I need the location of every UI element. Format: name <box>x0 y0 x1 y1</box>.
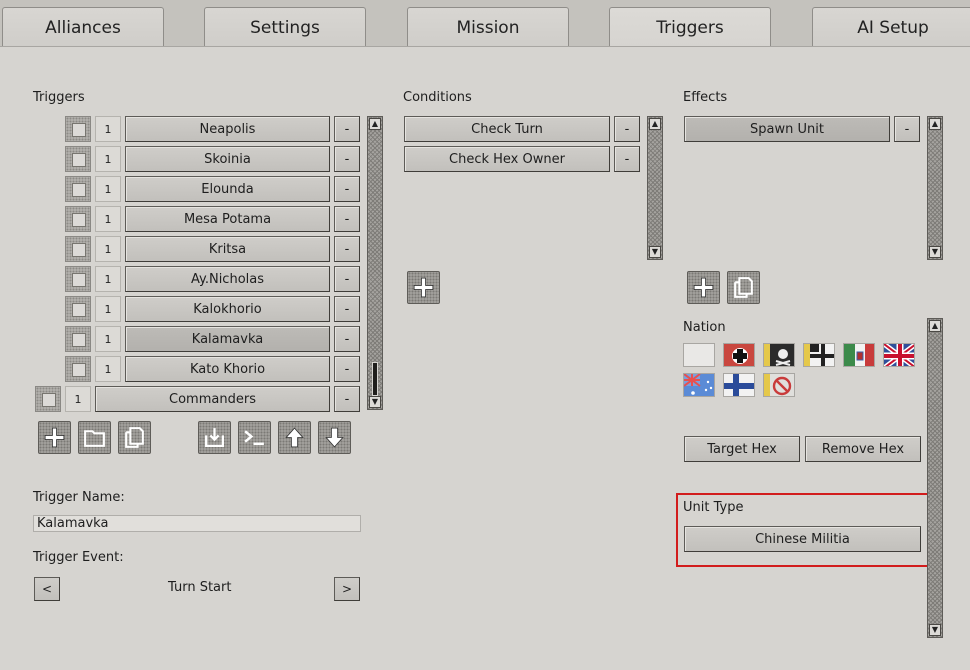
scroll-down-icon[interactable]: ▼ <box>369 396 381 408</box>
trigger-enabled-checkbox[interactable] <box>65 116 91 142</box>
union-jack-flag-icon[interactable] <box>883 343 915 367</box>
condition-remove-button[interactable]: - <box>614 146 640 172</box>
tab-settings[interactable]: Settings <box>204 7 366 47</box>
scroll-up-icon[interactable]: ▲ <box>929 118 941 130</box>
nation-label: Nation <box>683 320 726 335</box>
trigger-name-label: Trigger Name: <box>33 490 125 505</box>
add-condition-icon[interactable] <box>407 271 440 304</box>
tab-mission[interactable]: Mission <box>407 7 569 47</box>
conditions-scrollbar[interactable]: ▲ ▼ <box>647 116 663 260</box>
add-icon[interactable] <box>38 421 71 454</box>
effects-scrollbar[interactable]: ▲ ▼ <box>927 116 943 260</box>
trigger-enabled-checkbox[interactable] <box>35 386 61 412</box>
console-icon[interactable] <box>238 421 271 454</box>
trigger-name-button[interactable]: Kalamavka <box>125 326 330 352</box>
effects-heading: Effects <box>683 90 728 105</box>
trigger-name-button[interactable]: Kalokhorio <box>125 296 330 322</box>
trigger-repeat-count[interactable]: 1 <box>95 176 121 202</box>
scroll-thumb[interactable] <box>372 362 378 396</box>
trigger-repeat-count[interactable]: 1 <box>65 386 91 412</box>
trigger-enabled-checkbox[interactable] <box>65 326 91 352</box>
scroll-down-icon[interactable]: ▼ <box>929 246 941 258</box>
imperial-german-war-flag-icon[interactable] <box>803 343 835 367</box>
trigger-remove-button[interactable]: - <box>334 266 360 292</box>
condition-remove-button[interactable]: - <box>614 116 640 142</box>
trigger-event-value: Turn Start <box>168 580 232 595</box>
tab-triggers[interactable]: Triggers <box>609 7 771 48</box>
trigger-name-button[interactable]: Commanders <box>95 386 330 412</box>
trigger-repeat-count[interactable]: 1 <box>95 146 121 172</box>
trigger-name-button[interactable]: Kritsa <box>125 236 330 262</box>
event-next-button[interactable]: > <box>334 577 360 601</box>
trigger-enabled-checkbox[interactable] <box>65 146 91 172</box>
trigger-remove-button[interactable]: - <box>334 206 360 232</box>
trigger-repeat-count[interactable]: 1 <box>95 266 121 292</box>
unit-type-label: Unit Type <box>683 500 744 515</box>
trigger-remove-button[interactable]: - <box>334 386 360 412</box>
effect-properties-scrollbar[interactable]: ▲ ▼ <box>927 318 943 638</box>
scroll-up-icon[interactable]: ▲ <box>649 118 661 130</box>
condition-check-hex-owner[interactable]: Check Hex Owner <box>404 146 610 172</box>
trigger-name-button[interactable]: Mesa Potama <box>125 206 330 232</box>
scroll-up-icon[interactable]: ▲ <box>369 118 381 130</box>
trigger-repeat-count[interactable]: 1 <box>95 206 121 232</box>
triggers-heading: Triggers <box>33 90 85 105</box>
trigger-name-button[interactable]: Neapolis <box>125 116 330 142</box>
blank-flag-icon[interactable] <box>683 343 715 367</box>
add-effect-icon[interactable] <box>687 271 720 304</box>
trigger-event-label: Trigger Event: <box>33 550 124 565</box>
import-icon[interactable] <box>198 421 231 454</box>
finnish-cross-flag-icon[interactable] <box>723 373 755 397</box>
trigger-enabled-checkbox[interactable] <box>65 296 91 322</box>
event-prev-button[interactable]: < <box>34 577 60 601</box>
effect-remove-button[interactable]: - <box>894 116 920 142</box>
unit-type-selector[interactable]: Chinese Militia <box>684 526 921 552</box>
trigger-name-button[interactable]: Skoinia <box>125 146 330 172</box>
effect-spawn-unit[interactable]: Spawn Unit <box>684 116 890 142</box>
copy-icon[interactable] <box>118 421 151 454</box>
trigger-name-button[interactable]: Kato Khorio <box>125 356 330 382</box>
italian-kingdom-flag-icon[interactable] <box>843 343 875 367</box>
trigger-repeat-count[interactable]: 1 <box>95 326 121 352</box>
copy-effect-icon[interactable] <box>727 271 760 304</box>
pirate-skull-flag-icon[interactable] <box>763 343 795 367</box>
trigger-repeat-count[interactable]: 1 <box>95 236 121 262</box>
no-nation-flag-icon[interactable] <box>763 373 795 397</box>
trigger-remove-button[interactable]: - <box>334 236 360 262</box>
trigger-name-button[interactable]: Ay.Nicholas <box>125 266 330 292</box>
trigger-remove-button[interactable]: - <box>334 326 360 352</box>
remove-hex-button[interactable]: Remove Hex <box>805 436 921 462</box>
tab-bar: Alliances Settings Mission Triggers AI S… <box>0 0 970 48</box>
trigger-repeat-count[interactable]: 1 <box>95 116 121 142</box>
trigger-repeat-count[interactable]: 1 <box>95 296 121 322</box>
scroll-down-icon[interactable]: ▼ <box>929 624 941 636</box>
scroll-down-icon[interactable]: ▼ <box>649 246 661 258</box>
trigger-remove-button[interactable]: - <box>334 116 360 142</box>
trigger-remove-button[interactable]: - <box>334 356 360 382</box>
trigger-name-field[interactable]: Kalamavka <box>33 515 361 532</box>
conditions-heading: Conditions <box>403 90 472 105</box>
arrow-down-icon[interactable] <box>318 421 351 454</box>
trigger-remove-button[interactable]: - <box>334 176 360 202</box>
german-cross-roundel-flag-icon[interactable] <box>723 343 755 367</box>
trigger-enabled-checkbox[interactable] <box>65 356 91 382</box>
tab-ai-setup[interactable]: AI Setup <box>812 7 970 47</box>
trigger-enabled-checkbox[interactable] <box>65 236 91 262</box>
trigger-remove-button[interactable]: - <box>334 296 360 322</box>
arrow-up-icon[interactable] <box>278 421 311 454</box>
trigger-repeat-count[interactable]: 1 <box>95 356 121 382</box>
triggers-scrollbar[interactable]: ▲ ▼ <box>367 116 383 410</box>
trigger-name-button[interactable]: Elounda <box>125 176 330 202</box>
australian-flag-icon[interactable] <box>683 373 715 397</box>
scroll-up-icon[interactable]: ▲ <box>929 320 941 332</box>
target-hex-button[interactable]: Target Hex <box>684 436 800 462</box>
tab-alliances[interactable]: Alliances <box>2 7 164 47</box>
trigger-enabled-checkbox[interactable] <box>65 176 91 202</box>
trigger-enabled-checkbox[interactable] <box>65 266 91 292</box>
trigger-enabled-checkbox[interactable] <box>65 206 91 232</box>
folder-icon[interactable] <box>78 421 111 454</box>
condition-check-turn[interactable]: Check Turn <box>404 116 610 142</box>
trigger-remove-button[interactable]: - <box>334 146 360 172</box>
